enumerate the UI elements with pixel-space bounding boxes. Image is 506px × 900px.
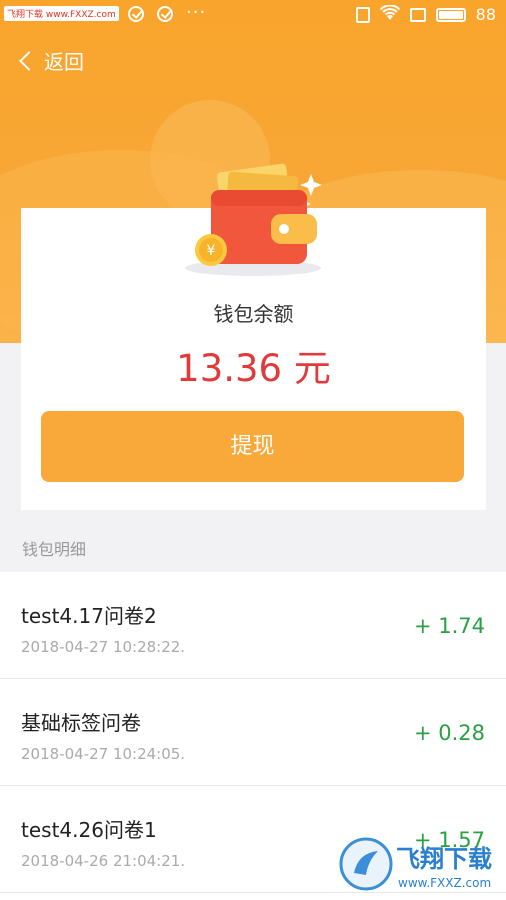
battery-icon	[435, 7, 466, 22]
site-logo: 飞翔下载 www.FXXZ.com	[339, 837, 492, 891]
item-amount: + 0.28	[413, 721, 485, 745]
item-name: test4.17问卷2	[21, 604, 157, 628]
item-amount: + 1.74	[413, 614, 485, 638]
wallet-icon: ¥	[185, 163, 322, 276]
logo-url: www.FXXZ.com	[398, 876, 491, 890]
item-date: 2018-04-27 10:28:22.	[21, 638, 186, 656]
balance-label: 钱包余额	[213, 302, 294, 326]
item-name: 基础标签问卷	[21, 711, 141, 735]
list-item[interactable]: test4.17问卷2 2018-04-27 10:28:22. + 1.74	[0, 572, 506, 679]
check-circle-icon	[128, 6, 144, 22]
back-label: 返回	[44, 50, 84, 74]
status-bar: 10:47 飞翔下载 www.FXXZ.com ··· 88	[0, 0, 506, 32]
item-name: test4.26问卷1	[21, 818, 157, 842]
sim-icon	[409, 7, 426, 22]
withdraw-button[interactable]: 提现	[41, 411, 464, 482]
more-icon: ···	[186, 2, 207, 23]
wifi-icon	[379, 4, 400, 24]
vibrate-icon	[355, 6, 370, 23]
chevron-left-icon	[19, 50, 39, 71]
details-title: 钱包明细	[22, 540, 87, 559]
back-button[interactable]: 返回	[16, 46, 84, 75]
item-date: 2018-04-27 10:24:05.	[21, 745, 186, 763]
check-circle-icon	[157, 6, 173, 22]
logo-text: 飞翔下载	[396, 845, 492, 873]
battery-level: 88	[475, 5, 496, 24]
item-date: 2018-04-26 21:04:21.	[21, 852, 186, 870]
list-item[interactable]: 基础标签问卷 2018-04-27 10:24:05. + 0.28	[0, 679, 506, 786]
watermark: 飞翔下载 www.FXXZ.com	[4, 6, 119, 21]
svg-text:¥: ¥	[207, 243, 216, 259]
balance-amount: 13.36 元	[176, 347, 331, 390]
